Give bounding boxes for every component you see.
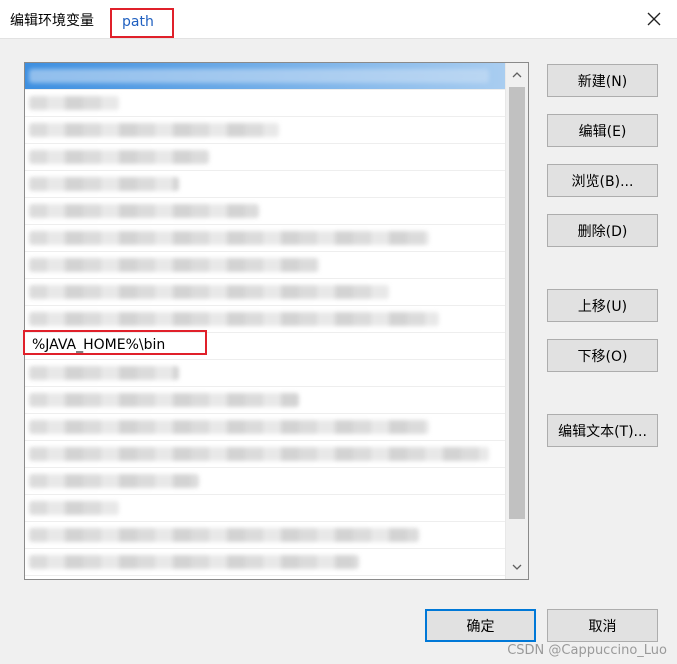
- redacted-entry: [29, 393, 299, 407]
- list-item[interactable]: [25, 171, 505, 198]
- list-item[interactable]: [25, 495, 505, 522]
- list-item[interactable]: [25, 549, 505, 576]
- list-area: %JAVA_HOME%\bin: [25, 63, 505, 579]
- redacted-entry: [29, 555, 359, 569]
- list-item[interactable]: [25, 360, 505, 387]
- redacted-entry: [29, 501, 119, 515]
- list-item[interactable]: [25, 252, 505, 279]
- list-item[interactable]: [25, 387, 505, 414]
- title-bar: 编辑环境变量 path: [0, 0, 677, 39]
- redacted-entry: [29, 204, 259, 218]
- redacted-entry: [29, 285, 389, 299]
- redacted-entry: [29, 366, 179, 380]
- chevron-down-icon: [512, 564, 522, 570]
- close-icon: [647, 12, 661, 26]
- ok-button[interactable]: 确定: [425, 609, 536, 642]
- edit-text-button[interactable]: 编辑文本(T)...: [547, 414, 658, 447]
- delete-button[interactable]: 删除(D): [547, 214, 658, 247]
- redacted-entry: [29, 420, 429, 434]
- browse-button[interactable]: 浏览(B)...: [547, 164, 658, 197]
- scroll-thumb[interactable]: [509, 87, 525, 519]
- list-item[interactable]: [25, 117, 505, 144]
- list-item[interactable]: [25, 306, 505, 333]
- chevron-up-icon: [512, 72, 522, 78]
- variable-name-label: path: [110, 8, 174, 38]
- list-item[interactable]: [25, 225, 505, 252]
- vertical-scrollbar[interactable]: [505, 63, 528, 579]
- scroll-up-button[interactable]: [506, 65, 528, 85]
- list-item[interactable]: [25, 90, 505, 117]
- new-button[interactable]: 新建(N): [547, 64, 658, 97]
- list-item[interactable]: [25, 414, 505, 441]
- close-button[interactable]: [631, 0, 677, 38]
- redacted-entry: [29, 474, 199, 488]
- redacted-entry: [29, 150, 209, 164]
- watermark: CSDN @Cappuccino_Luo: [507, 643, 667, 658]
- redacted-entry: [29, 231, 429, 245]
- java-home-highlight: [23, 330, 207, 355]
- list-item[interactable]: [25, 144, 505, 171]
- redacted-entry: [29, 123, 279, 137]
- list-item[interactable]: [25, 522, 505, 549]
- edit-button[interactable]: 编辑(E): [547, 114, 658, 147]
- redacted-entry: [29, 177, 179, 191]
- move-down-button[interactable]: 下移(O): [547, 339, 658, 372]
- redacted-entry: [29, 447, 489, 461]
- redacted-entry: [29, 312, 439, 326]
- path-entries-list[interactable]: %JAVA_HOME%\bin: [24, 62, 529, 580]
- redacted-entry: [29, 69, 489, 83]
- redacted-entry: [29, 258, 319, 272]
- redacted-entry: [29, 96, 119, 110]
- cancel-button[interactable]: 取消: [547, 609, 658, 642]
- list-item[interactable]: [25, 198, 505, 225]
- list-item[interactable]: [25, 468, 505, 495]
- list-item[interactable]: [25, 279, 505, 306]
- list-item[interactable]: [25, 63, 505, 90]
- dialog-title: 编辑环境变量: [10, 13, 94, 29]
- scroll-down-button[interactable]: [506, 557, 528, 577]
- move-up-button[interactable]: 上移(U): [547, 289, 658, 322]
- list-item[interactable]: [25, 441, 505, 468]
- redacted-entry: [29, 528, 419, 542]
